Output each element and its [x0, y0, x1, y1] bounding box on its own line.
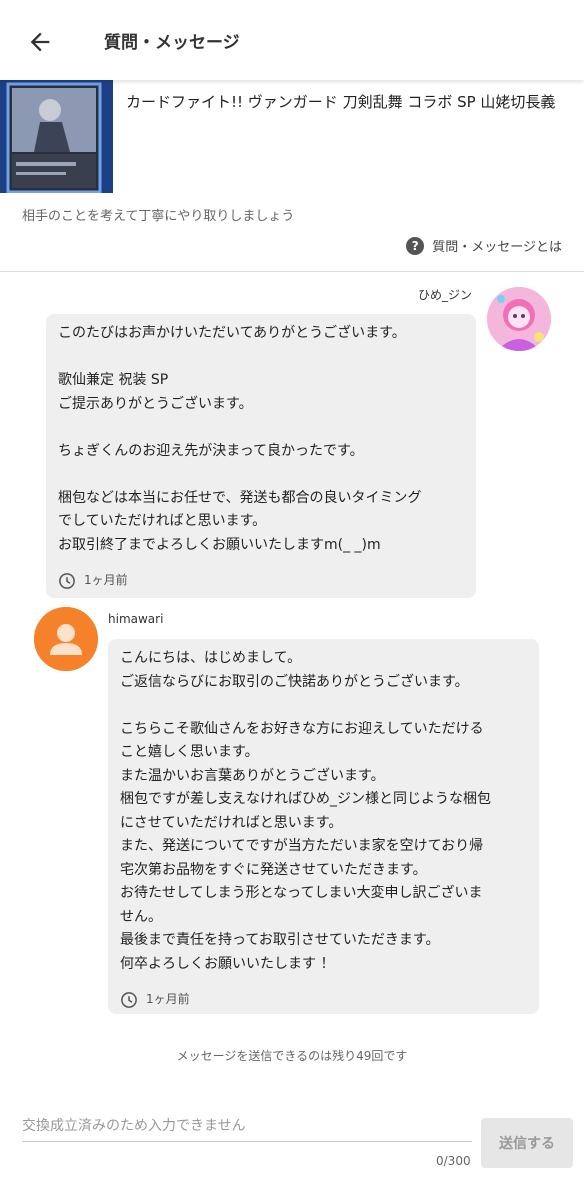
- avatar[interactable]: [487, 287, 551, 351]
- message-input[interactable]: [22, 1112, 472, 1140]
- about-messages-label: 質問・メッセージとは: [432, 240, 562, 255]
- app-header: 質問・メッセージ: [0, 0, 584, 80]
- etiquette-note: 相手のことを考えて丁寧にやり取りしましょう: [22, 209, 295, 224]
- send-button[interactable]: 送信する: [481, 1118, 573, 1168]
- help-icon: ?: [406, 236, 425, 255]
- message-text: こんにちは、はじめまして。 ご返信ならびにお取引のご快諾ありがとうございます。 …: [120, 650, 491, 972]
- message-text: このたびはお声かけいただいてありがとうございます。 歌仙兼定 祝装 SP ご提示…: [58, 325, 422, 553]
- message-time-label: 1ヶ月前: [84, 573, 128, 587]
- char-counter: 0/300: [436, 1154, 471, 1168]
- avatar[interactable]: [34, 607, 98, 671]
- message-time: 1ヶ月前: [120, 988, 527, 1012]
- arrow-left-icon: [30, 32, 50, 52]
- divider: [0, 271, 584, 272]
- sender-name: ひめ_ジン: [418, 288, 473, 302]
- sender-name: himawari: [108, 612, 164, 626]
- back-button[interactable]: [22, 24, 58, 60]
- message-bubble: こんにちは、はじめまして。 ご返信ならびにお取引のご快諾ありがとうございます。 …: [108, 639, 539, 1014]
- product-title: カードファイト!! ヴァンガード 刀剣乱舞 コラボ SP 山姥切長義: [126, 93, 556, 111]
- message-time: 1ヶ月前: [58, 569, 464, 593]
- message-input-wrapper: [22, 1112, 472, 1142]
- about-messages-link[interactable]: ? 質問・メッセージとは: [406, 236, 562, 255]
- product-summary[interactable]: カードファイト!! ヴァンガード 刀剣乱舞 コラボ SP 山姥切長義: [0, 80, 584, 195]
- product-thumbnail[interactable]: [0, 80, 113, 193]
- message-bubble: このたびはお声かけいただいてありがとうございます。 歌仙兼定 祝装 SP ご提示…: [46, 314, 476, 598]
- remaining-messages-text: メッセージを送信できるのは残り49回です: [176, 1049, 408, 1063]
- message-time-label: 1ヶ月前: [146, 992, 190, 1006]
- page-title: 質問・メッセージ: [104, 33, 240, 53]
- clock-icon: [59, 572, 75, 589]
- clock-icon: [121, 991, 137, 1008]
